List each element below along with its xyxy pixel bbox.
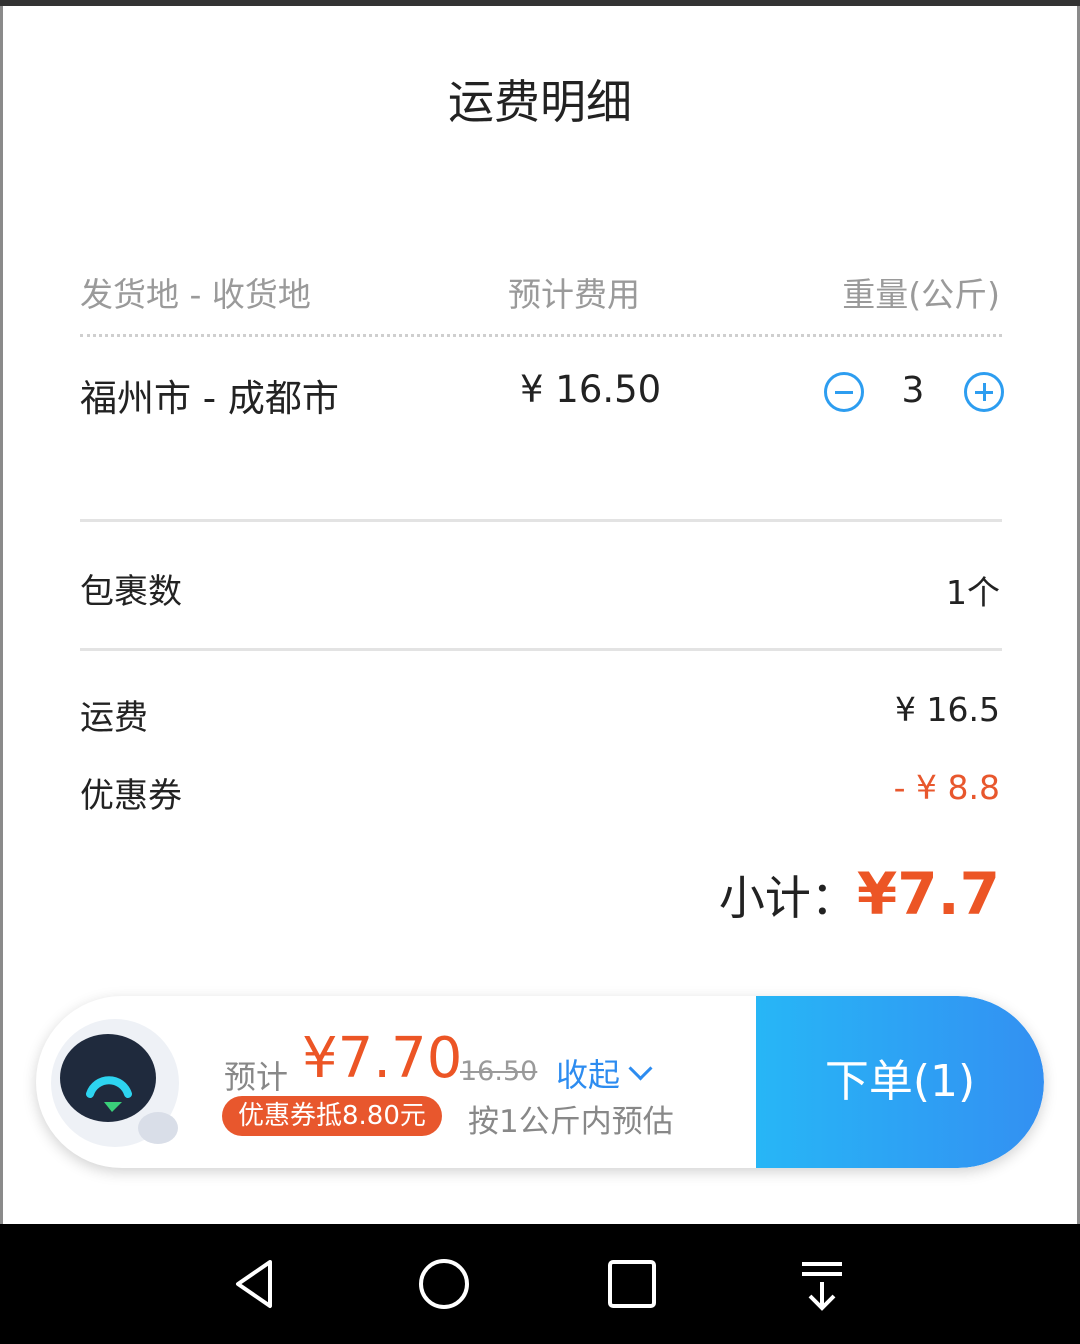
weight-value: 3 xyxy=(901,370,925,411)
header-fee: 预计费用 xyxy=(508,275,640,314)
order-bar: 预计 ¥7.70 16.50 收起 优惠券抵8.80元 按1公斤内预估 下单(1… xyxy=(36,996,1044,1168)
divider xyxy=(80,648,1002,651)
nav-recents-icon[interactable] xyxy=(600,1252,664,1316)
weight-stepper: 3 xyxy=(822,370,1004,420)
freight-label: 运费 xyxy=(80,698,148,738)
nav-home-icon[interactable] xyxy=(412,1252,476,1316)
plus-icon[interactable] xyxy=(964,372,1004,412)
packages-value: 1个 xyxy=(946,573,1000,612)
original-price: 16.50 xyxy=(460,1056,538,1087)
minus-icon[interactable] xyxy=(824,372,864,412)
estimate-label: 预计 xyxy=(224,1058,289,1096)
header-weight: 重量(公斤) xyxy=(842,275,1000,314)
coupon-label: 优惠券 xyxy=(80,776,182,816)
row-route: 福州市 - 成都市 xyxy=(80,377,339,420)
coupon-badge: 优惠券抵8.80元 xyxy=(222,1096,442,1136)
packages-label: 包裹数 xyxy=(80,572,182,612)
subtotal-value: ¥7.7 xyxy=(856,860,1000,928)
left-edge xyxy=(0,6,3,1224)
estimate-note: 按1公斤内预估 xyxy=(468,1104,674,1140)
freight-value: ¥ 16.5 xyxy=(895,690,1000,729)
page-title: 运费明细 xyxy=(448,75,632,129)
header-route: 发货地 - 收货地 xyxy=(80,275,311,314)
subtotal-label: 小计： xyxy=(718,871,857,925)
status-bar xyxy=(0,0,1080,6)
estimate-price: ¥7.70 xyxy=(302,1026,463,1091)
collapse-toggle[interactable]: 收起 xyxy=(556,1050,620,1096)
system-nav-bar xyxy=(0,1224,1080,1344)
subtotal: 小计：¥7.7 xyxy=(719,860,1000,928)
header-divider xyxy=(80,334,1002,337)
chevron-down-icon[interactable] xyxy=(628,1056,653,1081)
nav-back-icon[interactable] xyxy=(224,1252,288,1316)
coupon-value: - ¥ 8.8 xyxy=(893,768,1000,807)
place-order-button[interactable]: 下单(1) xyxy=(756,996,1044,1168)
nav-notification-icon[interactable] xyxy=(790,1252,854,1316)
robot-avatar-icon xyxy=(51,1019,179,1147)
row-fee: ¥ 16.50 xyxy=(520,368,662,411)
divider xyxy=(80,519,1002,522)
